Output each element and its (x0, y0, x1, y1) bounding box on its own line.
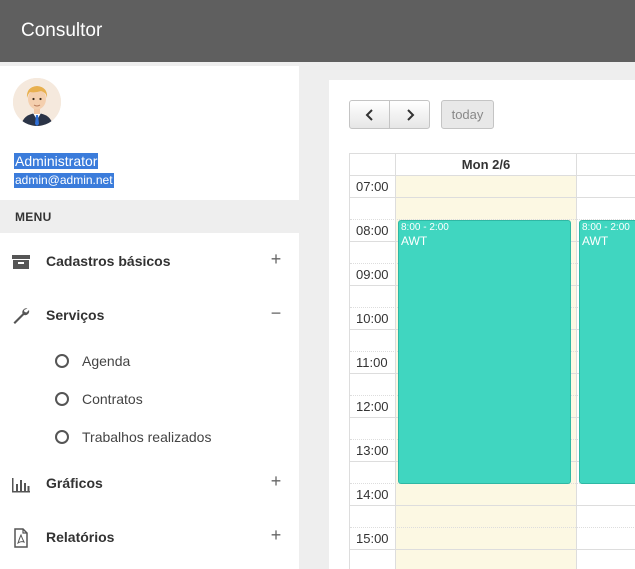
event-title: AWT (582, 234, 609, 248)
nav-item-label: Relatórios (46, 529, 115, 545)
expand-plus-icon[interactable]: + (269, 471, 283, 492)
calendar-header-row: Mon 2/6 (350, 154, 635, 176)
top-app-bar: Consultor (0, 0, 635, 62)
calendar-card: today Mon 2/6 07:00 08:00 09:00 10:00 11… (329, 80, 635, 569)
subitem-contratos[interactable]: Contratos (0, 384, 299, 414)
time-label: 13:00 (356, 443, 389, 458)
day-header-mon: Mon 2/6 (461, 157, 511, 172)
time-label: 14:00 (356, 487, 389, 502)
calendar-event[interactable]: 8:00 - 2:00 AWT (398, 220, 571, 484)
nav-item-graficos[interactable]: Gráficos + (0, 463, 299, 503)
calendar-grid: Mon 2/6 07:00 08:00 09:00 10:00 11:00 12… (349, 153, 635, 569)
menu-header: MENU (0, 200, 299, 233)
time-label: 11:00 (356, 355, 388, 370)
nav-item-label: Gráficos (46, 475, 103, 491)
prev-button[interactable] (349, 100, 390, 129)
time-label: 08:00 (356, 223, 389, 238)
time-label: 09:00 (356, 267, 389, 282)
event-title: AWT (401, 234, 428, 248)
chevron-left-icon (365, 108, 373, 121)
next-button[interactable] (389, 100, 430, 129)
user-name: Administrator (14, 153, 99, 169)
hour-line (350, 197, 635, 198)
wrench-icon (11, 306, 31, 326)
time-label: 15:00 (356, 531, 389, 546)
subitem-trabalhos-realizados[interactable]: Trabalhos realizados (0, 422, 299, 452)
subitem-label: Contratos (82, 391, 143, 407)
app-title: Consultor (21, 20, 103, 41)
menu-header-label: MENU (15, 210, 52, 224)
expand-plus-icon[interactable]: + (269, 525, 283, 546)
chevron-right-icon (406, 108, 414, 121)
event-time: 8:00 - 2:00 (582, 222, 630, 233)
hour-line (350, 549, 635, 550)
calendar-event[interactable]: 8:00 - 2:00 AWT (579, 220, 635, 484)
nav-item-cadastros-basicos[interactable]: Cadastros básicos + (0, 241, 299, 281)
subitem-label: Agenda (82, 353, 131, 369)
bar-chart-icon (11, 474, 31, 494)
subitem-label: Trabalhos realizados (82, 429, 212, 445)
radio-circle-icon (55, 430, 69, 444)
radio-circle-icon (55, 354, 69, 368)
nav-item-label: Cadastros básicos (46, 253, 171, 269)
today-button[interactable]: today (441, 100, 494, 129)
collapse-minus-icon[interactable]: − (269, 303, 283, 324)
nav-item-label: Serviços (46, 307, 105, 323)
event-time: 8:00 - 2:00 (401, 222, 449, 233)
nav-item-servicos[interactable]: Serviços − (0, 295, 299, 335)
hour-line (350, 505, 635, 506)
sidebar: Administrator admin@admin.net MENU Cadas… (0, 66, 299, 569)
time-label: 07:00 (356, 179, 389, 194)
user-email: admin@admin.net (14, 173, 114, 188)
time-label: 12:00 (356, 399, 389, 414)
day-divider (576, 154, 577, 569)
user-avatar (13, 78, 61, 126)
pdf-file-icon (11, 528, 31, 548)
archive-box-icon (11, 252, 31, 272)
nav-item-relatorios[interactable]: Relatórios + (0, 517, 299, 557)
radio-circle-icon (55, 392, 69, 406)
half-hour-line (350, 527, 635, 528)
subitem-agenda[interactable]: Agenda (0, 346, 299, 376)
expand-plus-icon[interactable]: + (269, 249, 283, 270)
axis-divider (395, 154, 396, 569)
time-label: 10:00 (356, 311, 389, 326)
